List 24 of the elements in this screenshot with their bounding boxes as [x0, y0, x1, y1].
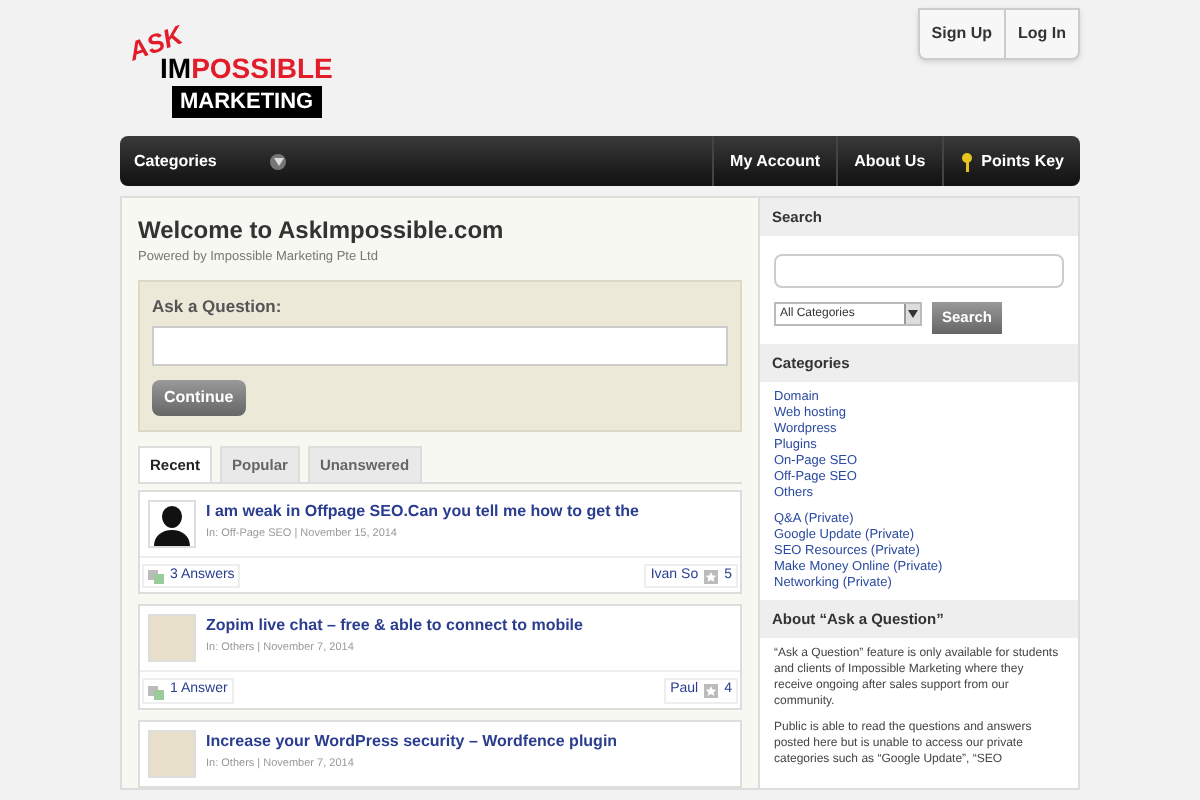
question-title[interactable]: I am weak in Offpage SEO.Can you tell me how to get the	[206, 499, 639, 524]
answers-icon	[148, 568, 164, 584]
page-title: Welcome to AskImpossible.com	[138, 214, 506, 248]
points-icon	[704, 569, 719, 583]
nav-link[interactable]: About Us	[836, 136, 942, 186]
categories-menu[interactable]: Categories	[120, 136, 300, 186]
points-icon	[704, 684, 719, 698]
answers-icon	[148, 683, 164, 699]
image-placeholder	[148, 729, 196, 778]
logo[interactable]: ASK IMPOSSIBLE MARKETING	[120, 24, 370, 124]
image-placeholder	[148, 614, 196, 663]
question-field[interactable]	[152, 325, 728, 365]
account-link[interactable]: Log In	[1004, 10, 1078, 58]
key-icon	[959, 151, 974, 171]
continue-button[interactable]: Continue	[152, 379, 246, 415]
nav-link[interactable]: Points Key	[941, 136, 1080, 186]
ask-label: Ask a Question:	[152, 293, 284, 319]
account-link[interactable]: Sign Up	[919, 10, 1004, 58]
question-title[interactable]: Zopim live chat – free & able to connect to mobile	[206, 614, 583, 639]
dropdown-icon	[904, 304, 920, 325]
question-title[interactable]: Increase your WordPress security – Wordfence plugin	[206, 729, 618, 754]
search-field[interactable]	[774, 253, 1064, 288]
dropdown-icon	[270, 153, 286, 169]
nav-link[interactable]: My Account	[712, 136, 837, 186]
